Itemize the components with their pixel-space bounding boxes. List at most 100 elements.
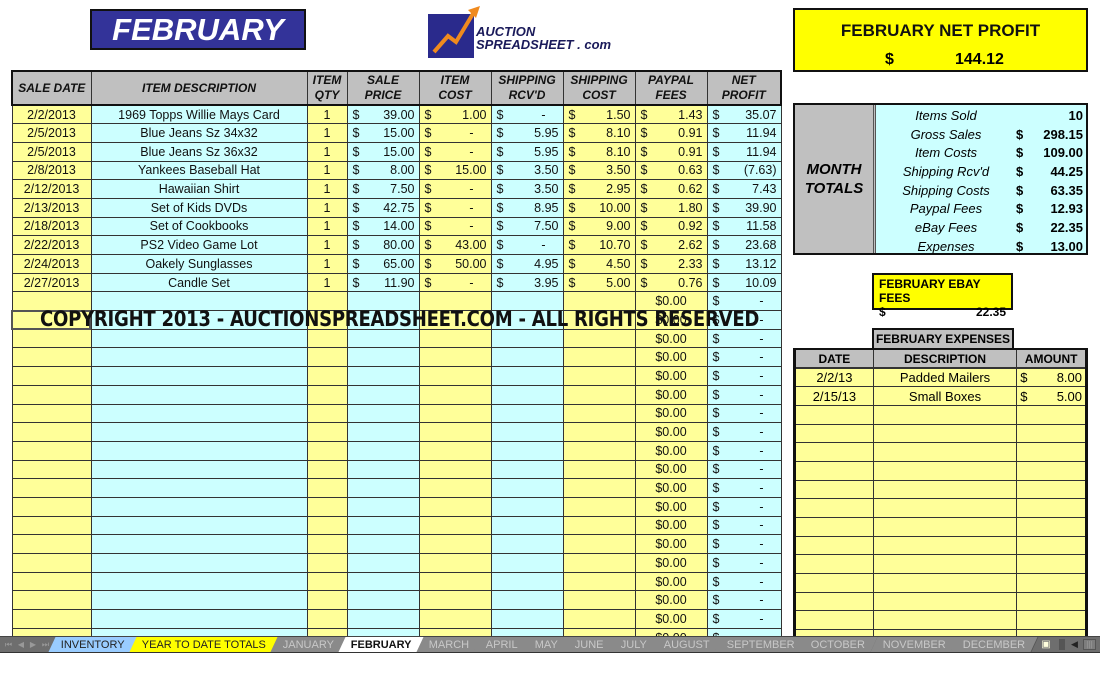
money-cell[interactable]: $1.50 xyxy=(562,104,636,125)
empty-cell[interactable] xyxy=(346,571,420,592)
money-cell[interactable]: $5.95 xyxy=(490,123,564,143)
empty-cell[interactable] xyxy=(346,440,420,461)
item-qty-cell[interactable]: 1 xyxy=(306,104,348,125)
net-profit-cell[interactable]: $- xyxy=(706,422,782,442)
empty-cell[interactable] xyxy=(346,590,420,611)
sale-date-cell[interactable]: 2/18/2013 xyxy=(11,216,92,237)
money-cell[interactable]: $1.43 xyxy=(634,104,708,125)
empty-cell[interactable] xyxy=(794,460,874,481)
money-cell[interactable]: $3.50 xyxy=(562,160,636,181)
empty-cell[interactable] xyxy=(306,459,348,480)
money-cell[interactable]: $8.10 xyxy=(562,141,636,162)
sheet-tab-march[interactable]: MARCH xyxy=(416,637,483,652)
empty-cell[interactable] xyxy=(490,422,564,442)
empty-cell[interactable] xyxy=(306,515,348,536)
money-cell[interactable]: $5.95 xyxy=(490,141,564,162)
empty-cell[interactable] xyxy=(562,310,636,330)
sheet-tab-january[interactable]: JANUARY xyxy=(270,637,348,652)
empty-cell[interactable] xyxy=(11,347,92,368)
empty-cell[interactable] xyxy=(90,403,308,424)
empty-cell[interactable] xyxy=(562,328,636,349)
first-sheet-icon[interactable]: ⏮ xyxy=(5,640,12,650)
item-qty-cell[interactable]: 1 xyxy=(306,216,348,237)
empty-cell[interactable] xyxy=(418,440,492,461)
empty-cell[interactable] xyxy=(11,478,92,498)
empty-cell[interactable] xyxy=(306,553,348,573)
empty-cell[interactable] xyxy=(872,404,1018,425)
empty-cell[interactable] xyxy=(346,403,420,424)
money-cell[interactable]: $2.33 xyxy=(634,254,708,274)
money-cell[interactable]: $3.50 xyxy=(490,160,564,181)
money-cell[interactable]: $3.95 xyxy=(490,272,564,293)
empty-cell[interactable] xyxy=(418,366,492,386)
empty-cell[interactable] xyxy=(418,384,492,405)
paypal-fees-cell[interactable]: $0.00 xyxy=(634,291,708,312)
money-cell[interactable]: $11.94 xyxy=(706,141,782,162)
money-cell[interactable]: $ (7.63) xyxy=(706,160,782,181)
empty-cell[interactable] xyxy=(794,610,874,631)
money-cell[interactable]: $0.91 xyxy=(634,123,708,143)
net-profit-cell[interactable]: $- xyxy=(706,553,782,573)
empty-cell[interactable] xyxy=(562,384,636,405)
empty-cell[interactable] xyxy=(306,328,348,349)
money-cell[interactable]: $11.58 xyxy=(706,216,782,237)
empty-cell[interactable] xyxy=(306,366,348,386)
net-profit-cell[interactable]: $- xyxy=(706,328,782,349)
sale-date-cell[interactable]: 2/12/2013 xyxy=(11,179,92,199)
empty-cell[interactable] xyxy=(11,553,92,573)
empty-cell[interactable] xyxy=(90,590,308,611)
empty-cell[interactable] xyxy=(490,515,564,536)
empty-cell[interactable] xyxy=(306,478,348,498)
empty-cell[interactable] xyxy=(306,571,348,592)
sale-date-cell[interactable]: 2/22/2013 xyxy=(11,235,92,255)
net-profit-cell[interactable]: $- xyxy=(706,440,782,461)
money-cell[interactable]: $7.43 xyxy=(706,179,782,199)
empty-cell[interactable] xyxy=(872,498,1018,518)
empty-cell[interactable] xyxy=(346,310,420,330)
sheet-tab-september[interactable]: SEPTEMBER xyxy=(714,637,808,652)
paypal-fees-cell[interactable]: $0.00 xyxy=(634,347,708,368)
empty-cell[interactable] xyxy=(306,347,348,368)
item-description-cell[interactable]: Oakely Sunglasses xyxy=(90,254,308,274)
sheet-tab-august[interactable]: AUGUST xyxy=(651,637,724,652)
item-description-cell[interactable]: Set of Kids DVDs xyxy=(90,197,308,218)
empty-cell[interactable] xyxy=(90,291,308,312)
sale-date-cell[interactable]: 2/5/2013 xyxy=(11,141,92,162)
empty-cell[interactable] xyxy=(490,553,564,573)
net-profit-cell[interactable]: $- xyxy=(706,590,782,611)
empty-cell[interactable] xyxy=(90,459,308,480)
empty-cell[interactable] xyxy=(794,442,874,462)
empty-cell[interactable] xyxy=(490,291,564,312)
money-cell[interactable]: $3.50 xyxy=(490,179,564,199)
money-cell[interactable]: $8.00 xyxy=(346,160,420,181)
empty-cell[interactable] xyxy=(794,404,874,425)
expense-date-cell[interactable]: 2/2/13 xyxy=(794,367,874,388)
selected-cell-cursor[interactable] xyxy=(11,310,91,330)
empty-cell[interactable] xyxy=(11,515,92,536)
item-qty-cell[interactable]: 1 xyxy=(306,254,348,274)
empty-cell[interactable] xyxy=(562,291,636,312)
net-profit-cell[interactable]: $- xyxy=(706,310,782,330)
empty-cell[interactable] xyxy=(90,310,308,330)
empty-cell[interactable] xyxy=(418,553,492,573)
empty-cell[interactable] xyxy=(490,496,564,517)
empty-cell[interactable] xyxy=(418,496,492,517)
empty-cell[interactable] xyxy=(490,590,564,611)
expense-description-cell[interactable]: Padded Mailers xyxy=(872,367,1018,388)
money-cell[interactable]: $1.80 xyxy=(634,197,708,218)
empty-cell[interactable] xyxy=(90,440,308,461)
empty-cell[interactable] xyxy=(11,459,92,480)
empty-cell[interactable] xyxy=(90,553,308,573)
empty-cell[interactable] xyxy=(562,459,636,480)
sale-date-cell[interactable]: 2/24/2013 xyxy=(11,254,92,274)
empty-cell[interactable] xyxy=(490,571,564,592)
money-cell[interactable]: $8.95 xyxy=(490,197,564,218)
item-description-cell[interactable]: 1969 Topps Willie Mays Card xyxy=(90,104,308,125)
net-profit-cell[interactable]: $- xyxy=(706,459,782,480)
paypal-fees-cell[interactable]: $0.00 xyxy=(634,553,708,573)
empty-cell[interactable] xyxy=(11,384,92,405)
money-cell[interactable]: $ - xyxy=(490,104,564,125)
paypal-fees-cell[interactable]: $0.00 xyxy=(634,534,708,554)
sale-date-cell[interactable]: 2/8/2013 xyxy=(11,160,92,181)
scroll-left-icon[interactable]: ◀ xyxy=(1071,639,1083,650)
